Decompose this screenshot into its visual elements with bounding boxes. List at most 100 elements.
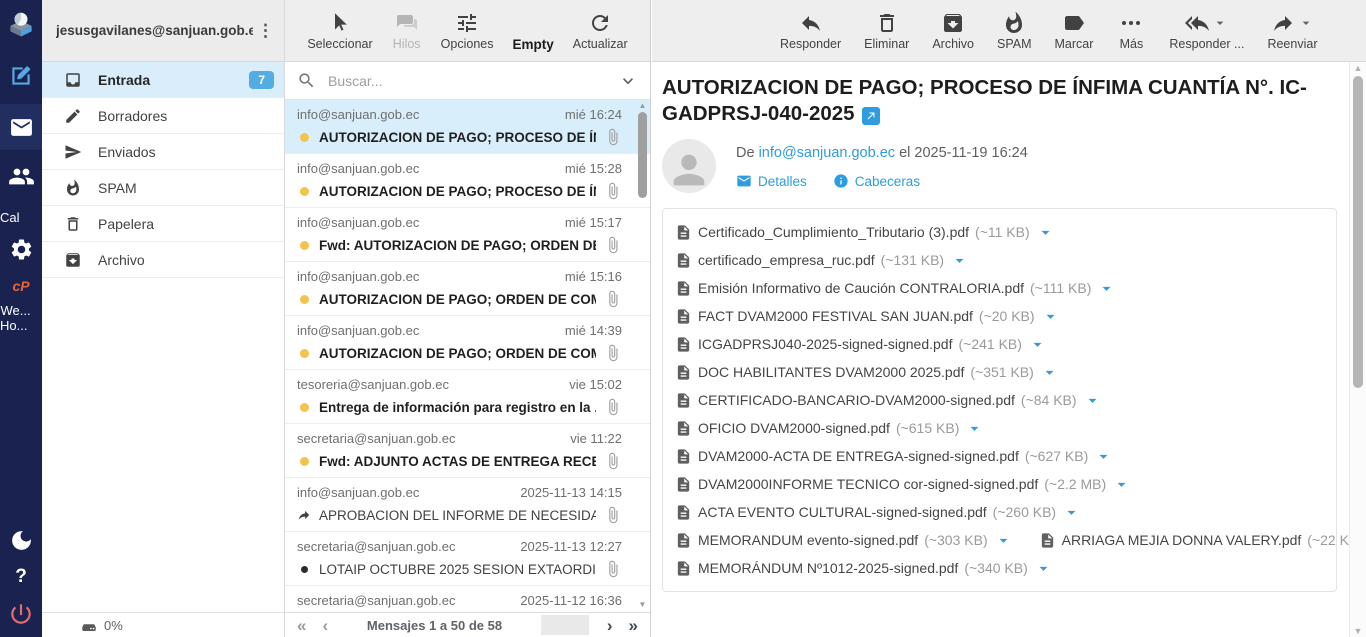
headers-link[interactable]: Cabeceras — [833, 173, 920, 189]
attachment-item[interactable]: FACT DVAM2000 FESTIVAL SAN JUAN.pdf (~20… — [675, 307, 1060, 326]
nav-webmail-home-line1[interactable]: We... — [0, 303, 43, 318]
attachment-name: OFICIO DVAM2000-signed.pdf — [698, 420, 890, 436]
nav-contacts[interactable] — [0, 156, 42, 196]
compose-button[interactable] — [0, 56, 42, 96]
nav-calendar-label[interactable]: Cal — [0, 210, 42, 225]
responder-button[interactable]: Responder ... — [1169, 10, 1244, 51]
folder-item-enviados[interactable]: Enviados — [42, 134, 284, 170]
actualizar-button[interactable]: Actualizar — [573, 10, 628, 51]
folder-item-spam[interactable]: SPAM — [42, 170, 284, 206]
attachment-item[interactable]: ACTA EVENTO CULTURAL-signed-signed.pdf (… — [675, 503, 1081, 522]
scroll-up-icon[interactable]: ▲ — [637, 102, 648, 110]
search-input[interactable] — [326, 72, 608, 90]
gear-icon — [9, 237, 34, 262]
date-prefix: el — [899, 145, 910, 161]
archivo-button[interactable]: Archivo — [932, 10, 974, 51]
message-row[interactable]: secretaria@sanjuan.gob.ec 2025-11-13 12:… — [285, 532, 650, 586]
message-row[interactable]: info@sanjuan.gob.ec mié 16:24 AUTORIZACI… — [285, 100, 650, 154]
left-rail: Cal cP We... Ho... ? — [0, 0, 42, 637]
message-row[interactable]: info@sanjuan.gob.ec mié 14:39 AUTORIZACI… — [285, 316, 650, 370]
message-row[interactable]: info@sanjuan.gob.ec mié 15:17 Fwd: AUTOR… — [285, 208, 650, 262]
attachment-item[interactable]: DVAM2000-ACTA DE ENTREGA-signed-signed.p… — [675, 447, 1113, 466]
m-s-button[interactable]: Más — [1116, 10, 1146, 51]
message-row[interactable]: secretaria@sanjuan.gob.ec vie 11:22 Fwd:… — [285, 424, 650, 478]
nav-mail[interactable] — [0, 104, 42, 150]
nav-settings[interactable] — [0, 229, 42, 269]
meta-links: Detalles Cabeceras — [736, 173, 1028, 189]
folder-item-entrada[interactable]: Entrada 7 — [42, 62, 284, 98]
attachment-row: MEMORANDUM evento-signed.pdf (~303 KB) A… — [675, 526, 1324, 554]
hilos-button[interactable]: Hilos — [392, 10, 422, 51]
attachment-item[interactable]: ARRIAGA MEJIA DONNA VALERY.pdf (~22 KB) — [1039, 531, 1349, 550]
caret-down-icon — [1112, 475, 1131, 494]
attachment-item[interactable]: Emisión Informativo de Caución CONTRALOR… — [675, 279, 1116, 298]
attachment-item[interactable]: DOC HABILITANTES DVAM2000 2025.pdf (~351… — [675, 363, 1059, 382]
next-page-button[interactable]: › — [607, 617, 613, 634]
attachment-row: certificado_empresa_ruc.pdf (~131 KB) — [675, 246, 1324, 274]
spam-button[interactable]: SPAM — [997, 10, 1032, 51]
reenviar-button[interactable]: Reenviar — [1267, 10, 1317, 51]
marcar-button[interactable]: Marcar — [1055, 10, 1094, 51]
scroll-down-icon[interactable]: ▼ — [1350, 626, 1366, 636]
message-list-pane: Seleccionar Hilos Opciones Empty Actuali… — [285, 0, 651, 637]
list-scrollbar-thumb[interactable] — [638, 112, 647, 198]
reader-scrollbar-thumb[interactable] — [1353, 76, 1363, 388]
help-button[interactable]: ? — [0, 560, 42, 594]
message-subject: Fwd: AUTORIZACION DE PAGO; ORDEN DE ... — [319, 238, 596, 253]
attachment-item[interactable]: MEMORÁNDUM Nº1012-2025-signed.pdf (~340 … — [675, 559, 1053, 578]
eliminar-button[interactable]: Eliminar — [864, 10, 909, 51]
logout-button[interactable] — [0, 594, 42, 634]
attachment-item[interactable]: Certificado_Cumplimiento_Tributario (3).… — [675, 223, 1055, 242]
pdf-icon — [675, 420, 692, 437]
sogo-logo[interactable] — [0, 4, 42, 44]
chevron-down-icon[interactable] — [618, 71, 638, 91]
folder-label: Papelera — [98, 216, 154, 232]
cursor-icon — [328, 11, 352, 35]
folder-item-borradores[interactable]: Borradores — [42, 98, 284, 134]
folder-item-papelera[interactable]: Papelera — [42, 206, 284, 242]
open-in-window-button[interactable] — [862, 107, 880, 125]
attachment-size: (~351 KB) — [970, 364, 1033, 380]
folder-item-archivo[interactable]: Archivo — [42, 242, 284, 278]
list-scrollbar[interactable]: ▲ ▼ — [637, 102, 648, 609]
prev-page-button[interactable]: ‹ — [322, 617, 328, 634]
attachment-size: (~131 KB) — [881, 252, 944, 268]
attachment-row: Emisión Informativo de Caución CONTRALOR… — [675, 274, 1324, 302]
opciones-button[interactable]: Opciones — [441, 10, 494, 51]
last-page-button[interactable]: » — [629, 617, 638, 634]
first-page-button[interactable]: « — [297, 617, 306, 634]
paperclip-icon — [604, 236, 622, 254]
nav-cpanel[interactable]: cP — [0, 275, 42, 297]
pdf-icon — [675, 336, 692, 353]
from-email-link[interactable]: info@sanjuan.gob.ec — [759, 145, 895, 161]
message-row[interactable]: tesoreria@sanjuan.gob.ec vie 15:02 Entre… — [285, 370, 650, 424]
toolbar-label: SPAM — [997, 37, 1032, 51]
message-row[interactable]: secretaria@sanjuan.gob.ec 2025-11-12 16:… — [285, 586, 650, 612]
fire-icon — [64, 179, 82, 197]
toolbar-label: Responder ... — [1169, 37, 1244, 51]
empty-button[interactable]: Empty — [512, 10, 553, 52]
toolbar-label: Actualizar — [573, 37, 628, 51]
message-row[interactable]: info@sanjuan.gob.ec mié 15:28 AUTORIZACI… — [285, 154, 650, 208]
account-menu-button[interactable]: ⋮ — [253, 21, 278, 41]
message-row[interactable]: info@sanjuan.gob.ec mié 15:16 AUTORIZACI… — [285, 262, 650, 316]
seleccionar-button[interactable]: Seleccionar — [307, 10, 372, 51]
attachment-item[interactable]: OFICIO DVAM2000-signed.pdf (~615 KB) — [675, 419, 984, 438]
attachment-item[interactable]: ICGADPRSJ040-2025-signed-signed.pdf (~24… — [675, 335, 1047, 354]
forward-icon — [1271, 11, 1295, 35]
scroll-down-icon[interactable]: ▼ — [637, 601, 648, 609]
responder-button[interactable]: Responder — [780, 10, 841, 51]
scroll-up-icon[interactable]: ▲ — [1350, 63, 1366, 73]
reader-scrollbar[interactable]: ▲ ▼ — [1349, 62, 1366, 637]
caret-down-icon — [1034, 559, 1053, 578]
attachment-item[interactable]: CERTIFICADO-BANCARIO-DVAM2000-signed.pdf… — [675, 391, 1102, 410]
attachment-item[interactable]: DVAM2000INFORME TECNICO cor-signed-signe… — [675, 475, 1131, 494]
details-link[interactable]: Detalles — [736, 173, 807, 189]
attachment-item[interactable]: certificado_empresa_ruc.pdf (~131 KB) — [675, 251, 969, 270]
dark-mode-toggle[interactable] — [0, 520, 42, 560]
nav-webmail-home-line2[interactable]: Ho... — [0, 318, 42, 333]
attachment-item[interactable]: MEMORANDUM evento-signed.pdf (~303 KB) — [675, 531, 1013, 550]
page-jump-input[interactable] — [541, 615, 589, 635]
message-row[interactable]: info@sanjuan.gob.ec 2025-11-13 14:15 APR… — [285, 478, 650, 532]
storage-icon — [80, 616, 98, 634]
